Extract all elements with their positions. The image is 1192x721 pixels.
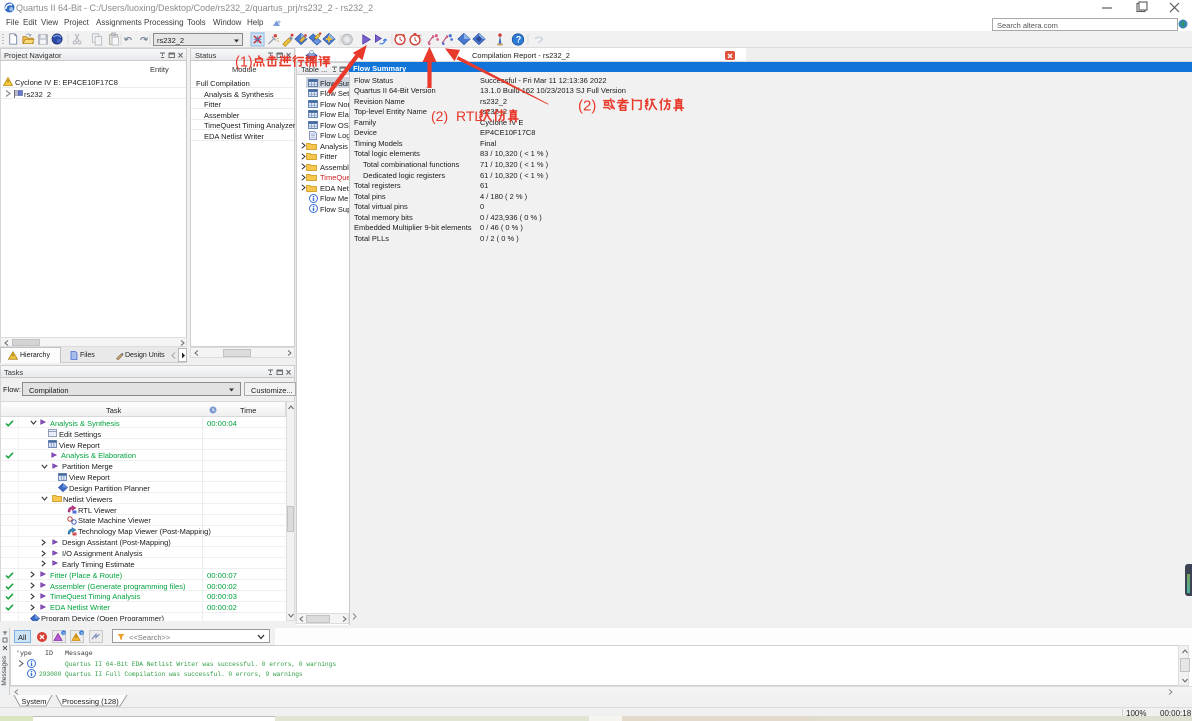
svg-text:?: ? [516,35,521,45]
svg-text:0: 0 [63,631,65,635]
svg-text:9: 9 [81,631,83,635]
